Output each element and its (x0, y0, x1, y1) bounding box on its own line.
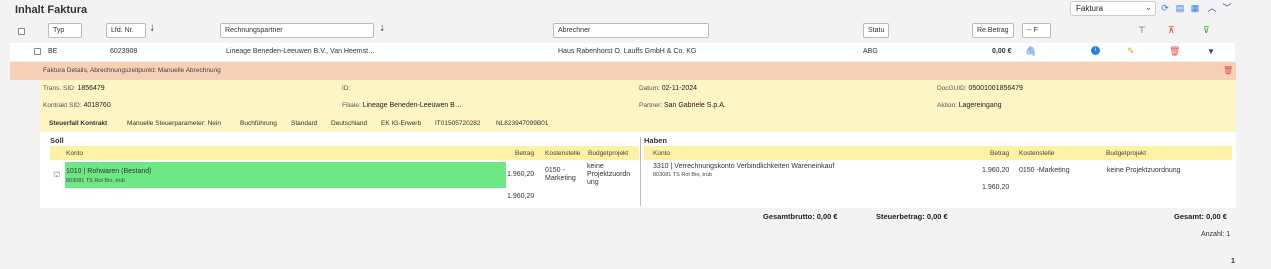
kontrakt-sid: Kontrakt SID: 4018760 (43, 102, 111, 109)
soll-budget-3: ung (587, 179, 599, 186)
tag-buchfuehrung: Buchführung (240, 120, 277, 127)
filiale-field: Filiale: Lineage Beneden-Leeuwen B… (342, 102, 462, 109)
haben-sum: 1.960,20 (982, 184, 1010, 191)
soll-konto-cell[interactable]: 1010 | Rohwaren (Bestand) 803081 TS Rot … (65, 162, 506, 188)
steuerbetrag: Steuerbetrag: 0,00 € (876, 212, 948, 221)
soll-betrag: 1.960,20 (507, 171, 535, 178)
haben-table-header: Konto Betrag Kostenstelle Budgetprojekt (644, 146, 1232, 160)
tag-land: Deutschland (331, 120, 368, 127)
haben-konto-sub: 803081 TS Rot Bio, trüb (653, 172, 712, 178)
filter-row: Typ Lfd. Nr. ⭣ Rechnungspartner ⭣ Abrech… (10, 20, 1235, 42)
soll-col-kostenstelle: Kostenstelle (545, 150, 581, 157)
status-filter[interactable]: Statu (863, 23, 889, 38)
tag-steuerfall: Steuerfall Kontrakt (49, 120, 108, 127)
soll-konto-sub: 803081 TS Rot Bio, trüb (66, 178, 125, 184)
info-icon[interactable]: i (1091, 46, 1100, 55)
haben-col-budget: Budgetprojekt (1106, 150, 1147, 157)
filter-add-icon[interactable]: ⊽ (1203, 25, 1210, 36)
page-number[interactable]: 1 (1231, 258, 1235, 265)
row-lfd-nr: 6023908 (110, 48, 138, 55)
anzahl: Anzahl: 1 (1201, 231, 1231, 238)
gesamtbrutto: Gesamtbrutto: 0,00 € (763, 212, 838, 221)
row-typ: BE (48, 48, 58, 55)
haben-col-konto: Konto (653, 150, 670, 157)
haben-betrag: 1.960,20 (982, 167, 1010, 174)
gesamt: Gesamt: 0,00 € (1174, 212, 1227, 221)
details-header-text: Faktura Details, Abrechnungszeitpunkt: M… (43, 67, 221, 74)
datum-field: Datum: 02-11-2024 (639, 85, 698, 92)
chevron-down-icon: ⌄ (1145, 3, 1152, 12)
soll-sum: 1.960,20 (507, 193, 535, 200)
soll-konto: 1010 | Rohwaren (Bestand) (66, 168, 152, 175)
row-checkbox[interactable] (34, 48, 41, 55)
typ-filter[interactable]: Typ (48, 23, 82, 38)
soll-budget-1: keine (587, 163, 604, 170)
tag-ek: EK IG-Erwerb (381, 120, 422, 127)
haben-konto: 3310 | Verrechnungskonto Verbindlichkeit… (653, 163, 835, 170)
filter-icon[interactable]: ⊤ (1138, 25, 1146, 36)
aktion-field: Aktion: Lagereingang (937, 102, 1002, 109)
abrechner-filter[interactable]: Abrechner (553, 23, 709, 38)
soll-col-konto: Konto (66, 150, 83, 157)
row-abrechner: Haus Rabenhorst O. Lauffs GmbH & Co. KG (558, 48, 697, 55)
lfd-nr-filter[interactable]: Lfd. Nr. (106, 23, 146, 38)
chevron-down-icon[interactable]: ﹀ (1221, 2, 1233, 14)
re-betrag-filter[interactable]: Re.Betrag (972, 23, 1014, 38)
page-title: Inhalt Faktura (15, 4, 88, 16)
export-icon[interactable]: ▤ (1174, 2, 1186, 14)
attachment-icon[interactable]: 🖇 (1025, 46, 1036, 57)
filter-remove-icon[interactable]: ⊼ (1168, 25, 1175, 36)
haben-col-betrag: Betrag (990, 150, 1010, 157)
soll-kostenstelle-1: 0150 - (545, 167, 565, 174)
tag-it: IT01505720282 (435, 120, 481, 127)
soll-kostenstelle-2: Marketing (545, 175, 576, 182)
tag-manuell: Manuelle Steuerparameter: Nein (127, 120, 221, 127)
id-field: ID: (342, 85, 351, 92)
tag-nl: NL823947099B01 (496, 120, 549, 127)
view-select[interactable]: Faktura ⌄ (1070, 1, 1156, 16)
row-rechnungspartner: Lineage Beneden-Leeuwen B.V., Van Heemst… (226, 48, 376, 55)
divider (640, 137, 641, 206)
chevron-up-icon[interactable]: ︿ (1206, 2, 1218, 14)
row-betrag: 0,00 € (992, 48, 1012, 55)
haben-kostenstelle: 0150 -Marketing (1019, 167, 1070, 174)
sort-arrow-icon[interactable]: ⭣ (380, 23, 384, 34)
haben-title: Haben (644, 136, 667, 145)
soll-title: Soll (50, 136, 64, 145)
haben-col-kostenstelle: Kostenstelle (1019, 150, 1055, 157)
edit-icon[interactable]: ✎ (1127, 46, 1135, 57)
trans-sid: Trans. SID: 1856479 (43, 85, 105, 92)
tag-standard: Standard (291, 120, 318, 127)
refresh-icon[interactable]: ⟳ (1159, 2, 1171, 14)
f-select[interactable]: -- F (1022, 23, 1051, 38)
calculator-icon[interactable]: ▦ (1189, 2, 1201, 14)
close-details-icon[interactable]: 🗑 (1223, 66, 1233, 75)
partner-field: Partner: San Gabriele S.p.A. (639, 102, 726, 109)
view-select-label: Faktura (1076, 4, 1104, 13)
row-status: ABG (863, 48, 878, 55)
details-header: Faktura Details, Abrechnungszeitpunkt: M… (10, 62, 1236, 80)
rechnungspartner-filter[interactable]: Rechnungspartner (220, 23, 374, 38)
soll-budget-2: Projektzuordn (587, 171, 631, 178)
expand-icon[interactable]: ▼ (1207, 47, 1215, 56)
docguid-field: DocGUID: 05001001856479 (937, 85, 1023, 92)
sort-arrow-icon[interactable]: ⭣ (150, 23, 154, 34)
haben-budget: keine Projektzuordnung (1107, 167, 1181, 174)
soll-col-betrag: Betrag (515, 150, 535, 157)
soll-col-budget: Budgetprojekt (588, 150, 629, 157)
tax-tags-bar: Steuerfall Kontrakt Manuelle Steuerparam… (40, 116, 1236, 131)
delete-icon[interactable]: 🗑 (1169, 46, 1180, 57)
warehouse-icon: ⛫ (53, 170, 61, 179)
table-row[interactable]: BE 6023908 Lineage Beneden-Leeuwen B.V.,… (10, 43, 1235, 61)
soll-table-header: Konto Betrag Kostenstelle Budgetprojekt (50, 146, 639, 160)
select-all-checkbox[interactable] (18, 28, 25, 35)
